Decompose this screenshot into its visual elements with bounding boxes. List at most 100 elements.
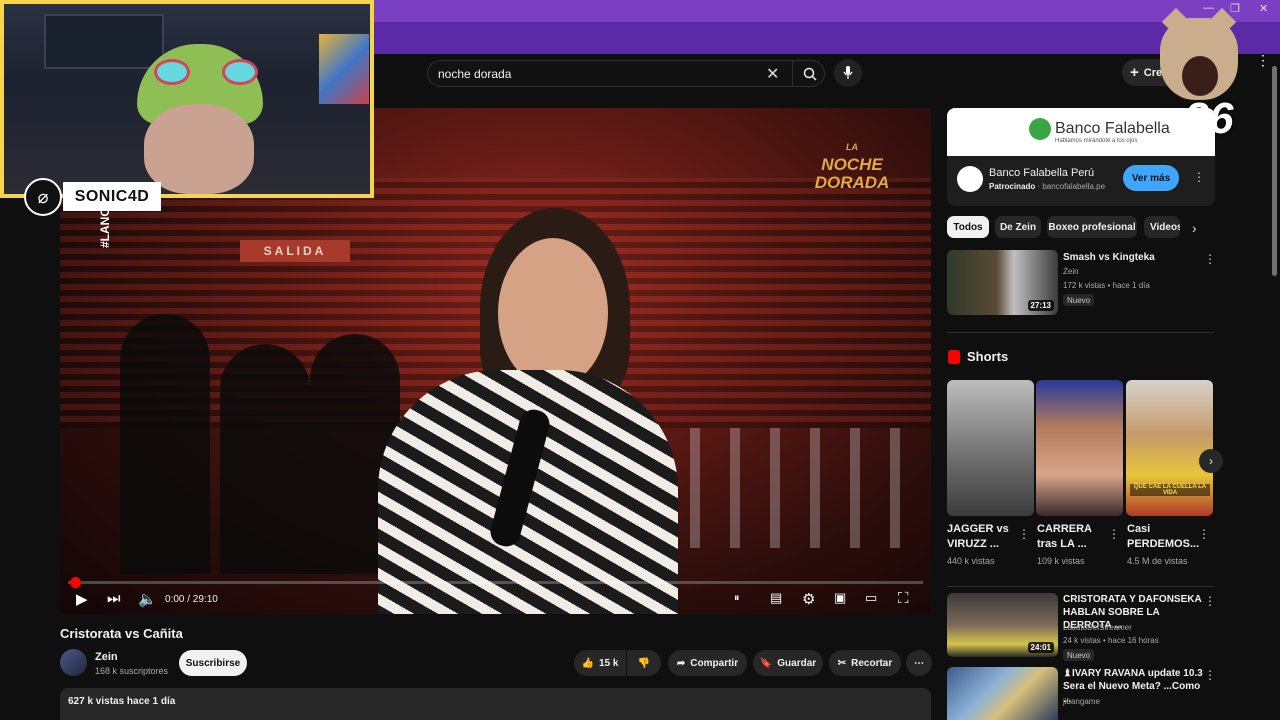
short-thumbnail[interactable] (947, 380, 1034, 516)
theater-mode-icon[interactable]: ▭ (865, 590, 877, 606)
shorts-next-button[interactable]: › (1199, 449, 1223, 473)
new-badge: Nuevo (1063, 649, 1095, 661)
share-icon: ➦ (676, 657, 686, 669)
short-menu-icon[interactable]: ⋮ (1108, 527, 1120, 541)
short-title[interactable]: Casi PERDEMOS... (1127, 522, 1199, 552)
video-title-line1: CRISTORATA Y DAFONSEKA (1063, 594, 1202, 605)
event-logo-line2: NOCHE (821, 155, 883, 174)
progress-bar[interactable] (68, 577, 923, 588)
short-menu-icon[interactable]: ⋮ (1198, 527, 1210, 541)
close-window-button[interactable]: ✕ (1259, 2, 1268, 15)
streamer-logo-icon: ⌀ (24, 178, 62, 216)
chip-boxeo-profesional[interactable]: Boxeo profesional (1047, 216, 1137, 238)
chip-todos[interactable]: Todos (947, 216, 989, 238)
video-title[interactable]: Smash vs Kingteka (1063, 251, 1203, 264)
short-title-line2: VIRUZZ ... (947, 538, 999, 550)
exit-sign: SALIDA (240, 240, 350, 262)
save-label: Guardar (777, 657, 817, 669)
streamer-webcam (0, 0, 374, 198)
channel-avatar[interactable] (60, 649, 87, 676)
volume-icon[interactable]: 🔈 (138, 590, 157, 608)
divider (947, 332, 1214, 333)
cat-mouth (1182, 56, 1218, 96)
more-actions-button[interactable]: ⋯ (906, 650, 932, 676)
ad-card[interactable]: Banco Falabella Hablamos mirándote a los… (947, 108, 1215, 206)
ad-more-icon[interactable]: ⋮ (1193, 170, 1205, 184)
save-button[interactable]: 🔖 Guardar (753, 650, 823, 676)
chevron-right-icon: › (1209, 454, 1213, 468)
next-icon[interactable]: ⏭ (107, 590, 121, 607)
divider (947, 586, 1214, 587)
clip-label: Recortar (851, 657, 893, 669)
video-channel: LaJatoDelStreamer (1063, 623, 1132, 632)
channel-name[interactable]: Zein (95, 651, 118, 663)
short-views: 4.5 M de vistas (1127, 556, 1188, 566)
subscriber-count: 168 k suscriptores (95, 666, 169, 676)
miniplayer-icon[interactable]: ▣ (834, 590, 846, 606)
clear-search-icon[interactable]: ✕ (766, 64, 779, 84)
short-title[interactable]: JAGGER vs VIRUZZ ... (947, 522, 1017, 552)
play-icon[interactable]: ▶ (76, 590, 88, 608)
subtitles-icon[interactable]: ▤ (770, 590, 782, 606)
video-menu-icon[interactable]: ⋮ (1204, 594, 1216, 608)
video-menu-icon[interactable]: ⋮ (1204, 668, 1216, 682)
chevron-right-icon[interactable]: › (1192, 220, 1197, 236)
ad-title: Banco Falabella Perú (989, 167, 1095, 179)
voice-search-button[interactable] (834, 59, 862, 87)
ad-cta-button[interactable]: Ver más (1123, 165, 1179, 191)
shorts-heading: Shorts (967, 349, 1009, 364)
page-scrollbar[interactable] (1272, 66, 1277, 276)
thumbs-up-icon: 👍 (581, 657, 594, 669)
chip-de-zein[interactable]: De Zein (995, 216, 1041, 238)
video-menu-icon[interactable]: ⋮ (1204, 252, 1216, 266)
ad-meta: Patrocinado · bancofalabella.pe (989, 182, 1106, 191)
ad-banner[interactable]: Banco Falabella Hablamos mirándote a los… (947, 108, 1215, 156)
more-horizontal-icon: ⋯ (914, 657, 924, 669)
anime-poster (319, 34, 369, 104)
advertiser-avatar (957, 166, 983, 192)
video-channel: jibangame (1063, 697, 1100, 706)
new-badge: Nuevo (1063, 294, 1095, 306)
browser-menu-icon[interactable]: ⋮ (1256, 52, 1270, 69)
clip-button[interactable]: ✂ Recortar (829, 650, 901, 676)
subscribe-button[interactable]: Suscribirse (179, 650, 247, 676)
dislike-button[interactable]: 👎 (627, 650, 661, 676)
thumbs-down-icon: 👎 (637, 657, 651, 669)
minimize-button[interactable]: — (1203, 2, 1214, 14)
video-thumbnail[interactable]: 27:13 (947, 250, 1058, 315)
short-views: 109 k vistas (1037, 556, 1085, 566)
video-meta: 172 k vistas • hace 1 día (1063, 281, 1150, 290)
streamer-name: SONIC4D (63, 182, 161, 211)
views-and-date: 627 k vistas hace 1 día (68, 696, 176, 707)
chip-videos[interactable]: Videos (1144, 216, 1180, 238)
event-logo: LA NOCHE DORADA (812, 138, 892, 192)
settings-gear-icon[interactable]: ⚙ (802, 590, 815, 608)
share-button[interactable]: ➦ Compartir (668, 650, 747, 676)
short-title[interactable]: CARRERA tras LA ... (1037, 522, 1107, 552)
bank-logo-icon (1029, 118, 1051, 140)
short-menu-icon[interactable]: ⋮ (1018, 527, 1030, 541)
crowd-person (120, 314, 210, 574)
like-button[interactable]: 👍 15 k (574, 650, 626, 676)
chairs (650, 428, 910, 548)
description-box[interactable]: 627 k vistas hace 1 día (60, 688, 931, 720)
time-display: 0:00 / 29:10 (165, 594, 218, 605)
short-caption: QUE CAE LA CUELLA LA VIDA (1130, 484, 1210, 496)
restore-button[interactable]: ❐ (1230, 2, 1240, 15)
video-meta: 24 k vistas • hace 16 horas (1063, 636, 1159, 645)
autoplay-toggle[interactable]: ⏸ (734, 592, 740, 605)
video-title-line1: ♝IVARY RAVANA update 10.3 (1063, 668, 1203, 679)
hashtag-overlay: #LANO (98, 207, 112, 248)
video-channel: Zein (1063, 267, 1079, 276)
search-input[interactable]: noche dorada (438, 67, 511, 81)
shelf (44, 14, 164, 69)
fullscreen-icon[interactable]: ⛶ (898, 590, 909, 607)
video-thumbnail[interactable] (947, 667, 1058, 720)
short-thumbnail[interactable]: QUE CAE LA CUELLA LA VIDA (1126, 380, 1213, 516)
search-button[interactable] (792, 61, 826, 86)
search-box[interactable]: noche dorada ✕ (427, 60, 825, 87)
cat-reaction-image (1160, 7, 1238, 100)
video-thumbnail[interactable]: 24:01 (947, 593, 1058, 657)
short-thumbnail[interactable] (1036, 380, 1123, 516)
goggle-left (154, 59, 190, 85)
